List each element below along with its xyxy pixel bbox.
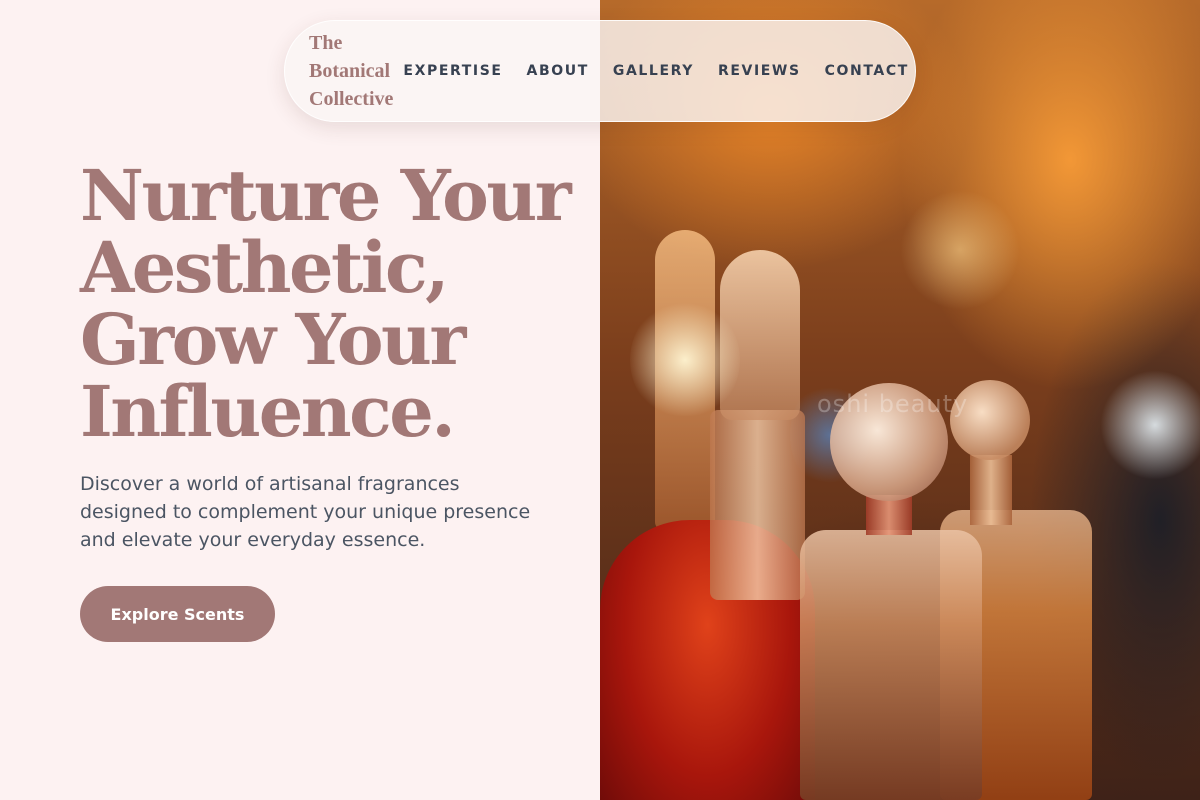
perfume-bottle-neck: [866, 495, 912, 535]
hero-title-line: Aesthetic,: [80, 226, 449, 309]
nav-link-contact[interactable]: CONTACT: [825, 63, 909, 79]
nav-link-gallery[interactable]: GALLERY: [613, 63, 694, 79]
explore-scents-button[interactable]: Explore Scents: [80, 586, 275, 642]
hero-title-line: Grow Your: [80, 298, 466, 381]
perfume-bottle: [710, 410, 805, 600]
nav-link-expertise[interactable]: EXPERTISE: [403, 63, 502, 79]
logo-line: The: [309, 32, 343, 54]
perfume-bottle-neck: [970, 455, 1012, 525]
perfume-bottle: [800, 530, 982, 800]
brand-logo[interactable]: The Botanical Collective: [309, 29, 393, 113]
logo-line: Collective: [309, 88, 394, 110]
hero-title-line: Nurture Your: [80, 154, 572, 237]
bokeh-light: [1100, 370, 1200, 480]
nav-link-reviews[interactable]: REVIEWS: [718, 63, 801, 79]
bokeh-light: [900, 190, 1020, 310]
photo-watermark: oshi beauty: [817, 390, 969, 418]
hero-title: Nurture Your Aesthetic, Grow Your Influe…: [80, 160, 580, 448]
hero-description: Discover a world of artisanal fragrances…: [80, 473, 531, 551]
main-navbar: The Botanical Collective EXPERTISE ABOUT…: [284, 20, 916, 122]
nav-links: EXPERTISE ABOUT GALLERY REVIEWS CONTACT: [403, 63, 932, 79]
nav-link-about[interactable]: ABOUT: [527, 63, 589, 79]
bokeh-light: [630, 300, 740, 420]
logo-line: Botanical: [309, 60, 391, 82]
hero-title-line: Influence.: [80, 370, 456, 453]
